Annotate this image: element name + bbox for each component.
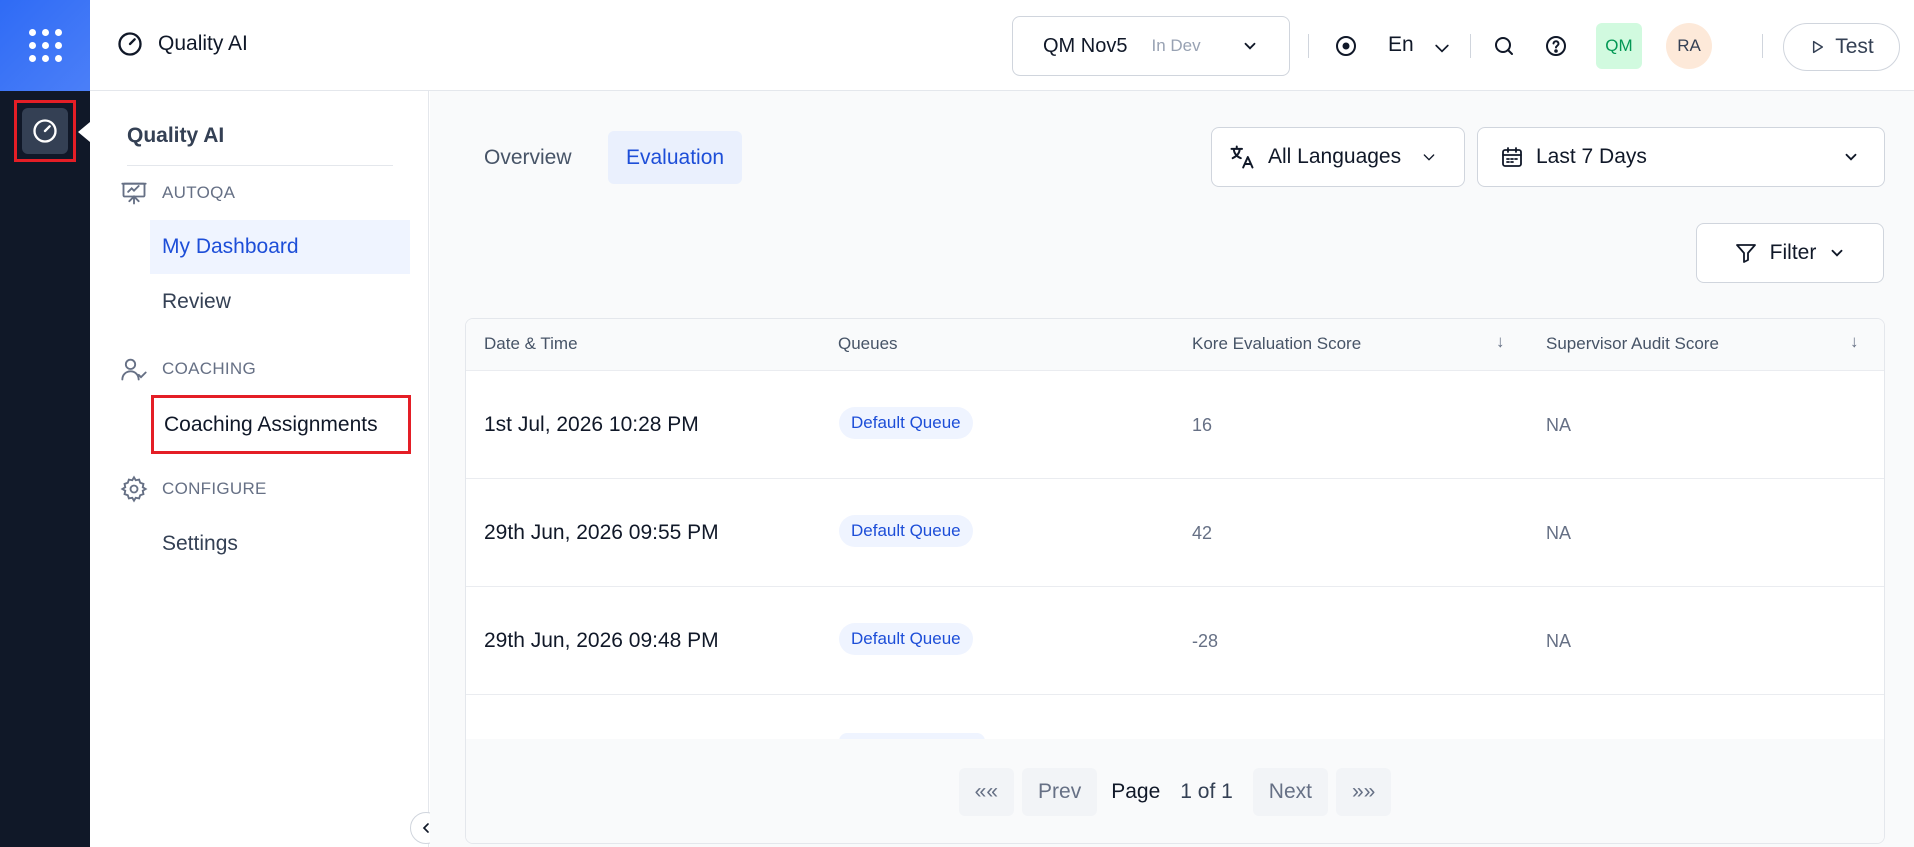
env-tag: In Dev [1151,36,1201,55]
gear-icon [120,475,148,503]
section-autoqa: AUTOQA [120,179,235,207]
chevron-down-icon [1831,249,1843,257]
user-check-icon [121,358,147,381]
cell-kore-score: 16 [1192,415,1213,435]
avatar-ra[interactable]: RA [1666,23,1712,69]
rail-item-quality-ai[interactable] [14,100,76,162]
rail-pointer [78,122,90,142]
cell-date: 29th Jun, 2026 09:48 PM [484,629,719,652]
cell-kore-score: 42 [1192,523,1213,543]
speedometer-icon [33,119,57,143]
cell-kore-score: -28 [1192,631,1219,651]
queue-badge: Default Queue [839,407,973,439]
environment-select[interactable]: QM Nov5 In Dev [1012,16,1290,76]
test-button[interactable]: Test [1783,23,1900,71]
search-icon[interactable] [1492,34,1516,58]
page-label: Page [1111,780,1161,803]
queue-badge: Default Queue [839,515,973,547]
sidebar-divider [127,165,393,166]
chevron-down-icon [1423,154,1435,161]
last-page-button[interactable]: »» [1335,768,1392,816]
date-range-dropdown[interactable]: Last 7 Days [1477,127,1885,187]
app-launcher-button[interactable] [0,0,90,91]
section-coaching: COACHING [120,355,256,383]
translate-icon [1230,145,1254,169]
sidebar-title: Quality AI [127,124,225,147]
section-configure-label: CONFIGURE [162,479,267,498]
section-coaching-label: COACHING [162,359,257,378]
left-rail [0,0,90,847]
sidebar-item-review[interactable]: Review [150,275,410,329]
tab-evaluation[interactable]: Evaluation [608,131,743,184]
speedometer-icon [118,32,142,56]
tab-overview[interactable]: Overview [466,131,590,184]
filter-button[interactable]: Filter [1696,223,1884,283]
avatar-qm[interactable]: QM [1596,23,1642,69]
test-label: Test [1835,35,1874,58]
cell-date: 1st Jul, 2026 10:28 PM [484,413,699,436]
table-header: Date & Time Queues Kore Evaluation Score… [466,319,1884,371]
filter-label: Filter [1769,241,1817,264]
table-row[interactable]: 29th Jun, 2026 09:48 PM Default Queue -2… [466,587,1884,695]
calendar-icon [1502,147,1522,167]
next-page-button[interactable]: Next [1252,768,1328,816]
sidebar-item-my-dashboard[interactable]: My Dashboard [150,220,410,274]
language-filter-label: All Languages [1268,145,1402,168]
grid-dots-icon [28,29,62,62]
cell-supervisor-score: NA [1546,523,1572,543]
header-divider [1470,34,1471,58]
pagination: «« Prev Page 1 of 1 Next »» [466,739,1884,843]
main-content: Overview Evaluation All Languages Last 7… [430,91,1914,847]
date-range-label: Last 7 Days [1536,145,1647,168]
section-configure: CONFIGURE [120,475,267,503]
sort-kore-score-icon[interactable]: ↓ [1496,332,1505,352]
sort-supervisor-score-icon[interactable]: ↓ [1850,332,1859,352]
chevron-down-icon [1244,42,1256,50]
evaluation-table: Date & Time Queues Kore Evaluation Score… [465,318,1885,844]
column-header-date: Date & Time [484,334,578,353]
page-value: 1 of 1 [1180,780,1233,803]
column-header-queues: Queues [838,334,898,353]
env-name: QM Nov5 [1043,34,1128,57]
play-icon [1813,40,1824,54]
table-row[interactable]: 1st Jul, 2026 10:28 PM Default Queue 16 … [466,371,1884,479]
column-header-kore-score: Kore Evaluation Score [1192,334,1362,353]
presentation-icon [121,182,147,205]
section-autoqa-label: AUTOQA [162,183,236,202]
language-filter-dropdown[interactable]: All Languages [1211,127,1465,187]
cell-date: 29th Jun, 2026 09:55 PM [484,521,719,544]
cell-supervisor-score: NA [1546,631,1572,651]
sidebar-item-coaching-assignments[interactable]: Coaching Assignments [151,395,411,454]
cell-supervisor-score: NA [1546,415,1572,435]
header-divider [1762,34,1763,58]
help-icon[interactable] [1544,34,1568,58]
header-divider [1308,34,1309,58]
column-header-supervisor-score: Supervisor Audit Score [1546,334,1719,353]
queue-badge: Default Queue [839,623,973,655]
prev-page-button[interactable]: Prev [1022,768,1098,816]
language-select[interactable]: En [1388,33,1414,57]
app-title: Quality AI [116,30,248,58]
filter-icon [1735,244,1756,263]
chevron-down-icon [1845,153,1857,161]
first-page-button[interactable]: «« [958,768,1015,816]
sidebar: Quality AI AUTOQA My Dashboard Review CO… [90,91,442,847]
sidebar-item-settings[interactable]: Settings [150,517,410,571]
target-icon[interactable] [1334,34,1358,58]
top-header: Quality AI QM Nov5 In Dev En QM RA Test [90,0,1914,91]
app-title-text: Quality AI [158,32,248,55]
table-row[interactable]: 29th Jun, 2026 09:55 PM Default Queue 42… [466,479,1884,587]
chevron-down-icon[interactable] [1432,38,1452,58]
